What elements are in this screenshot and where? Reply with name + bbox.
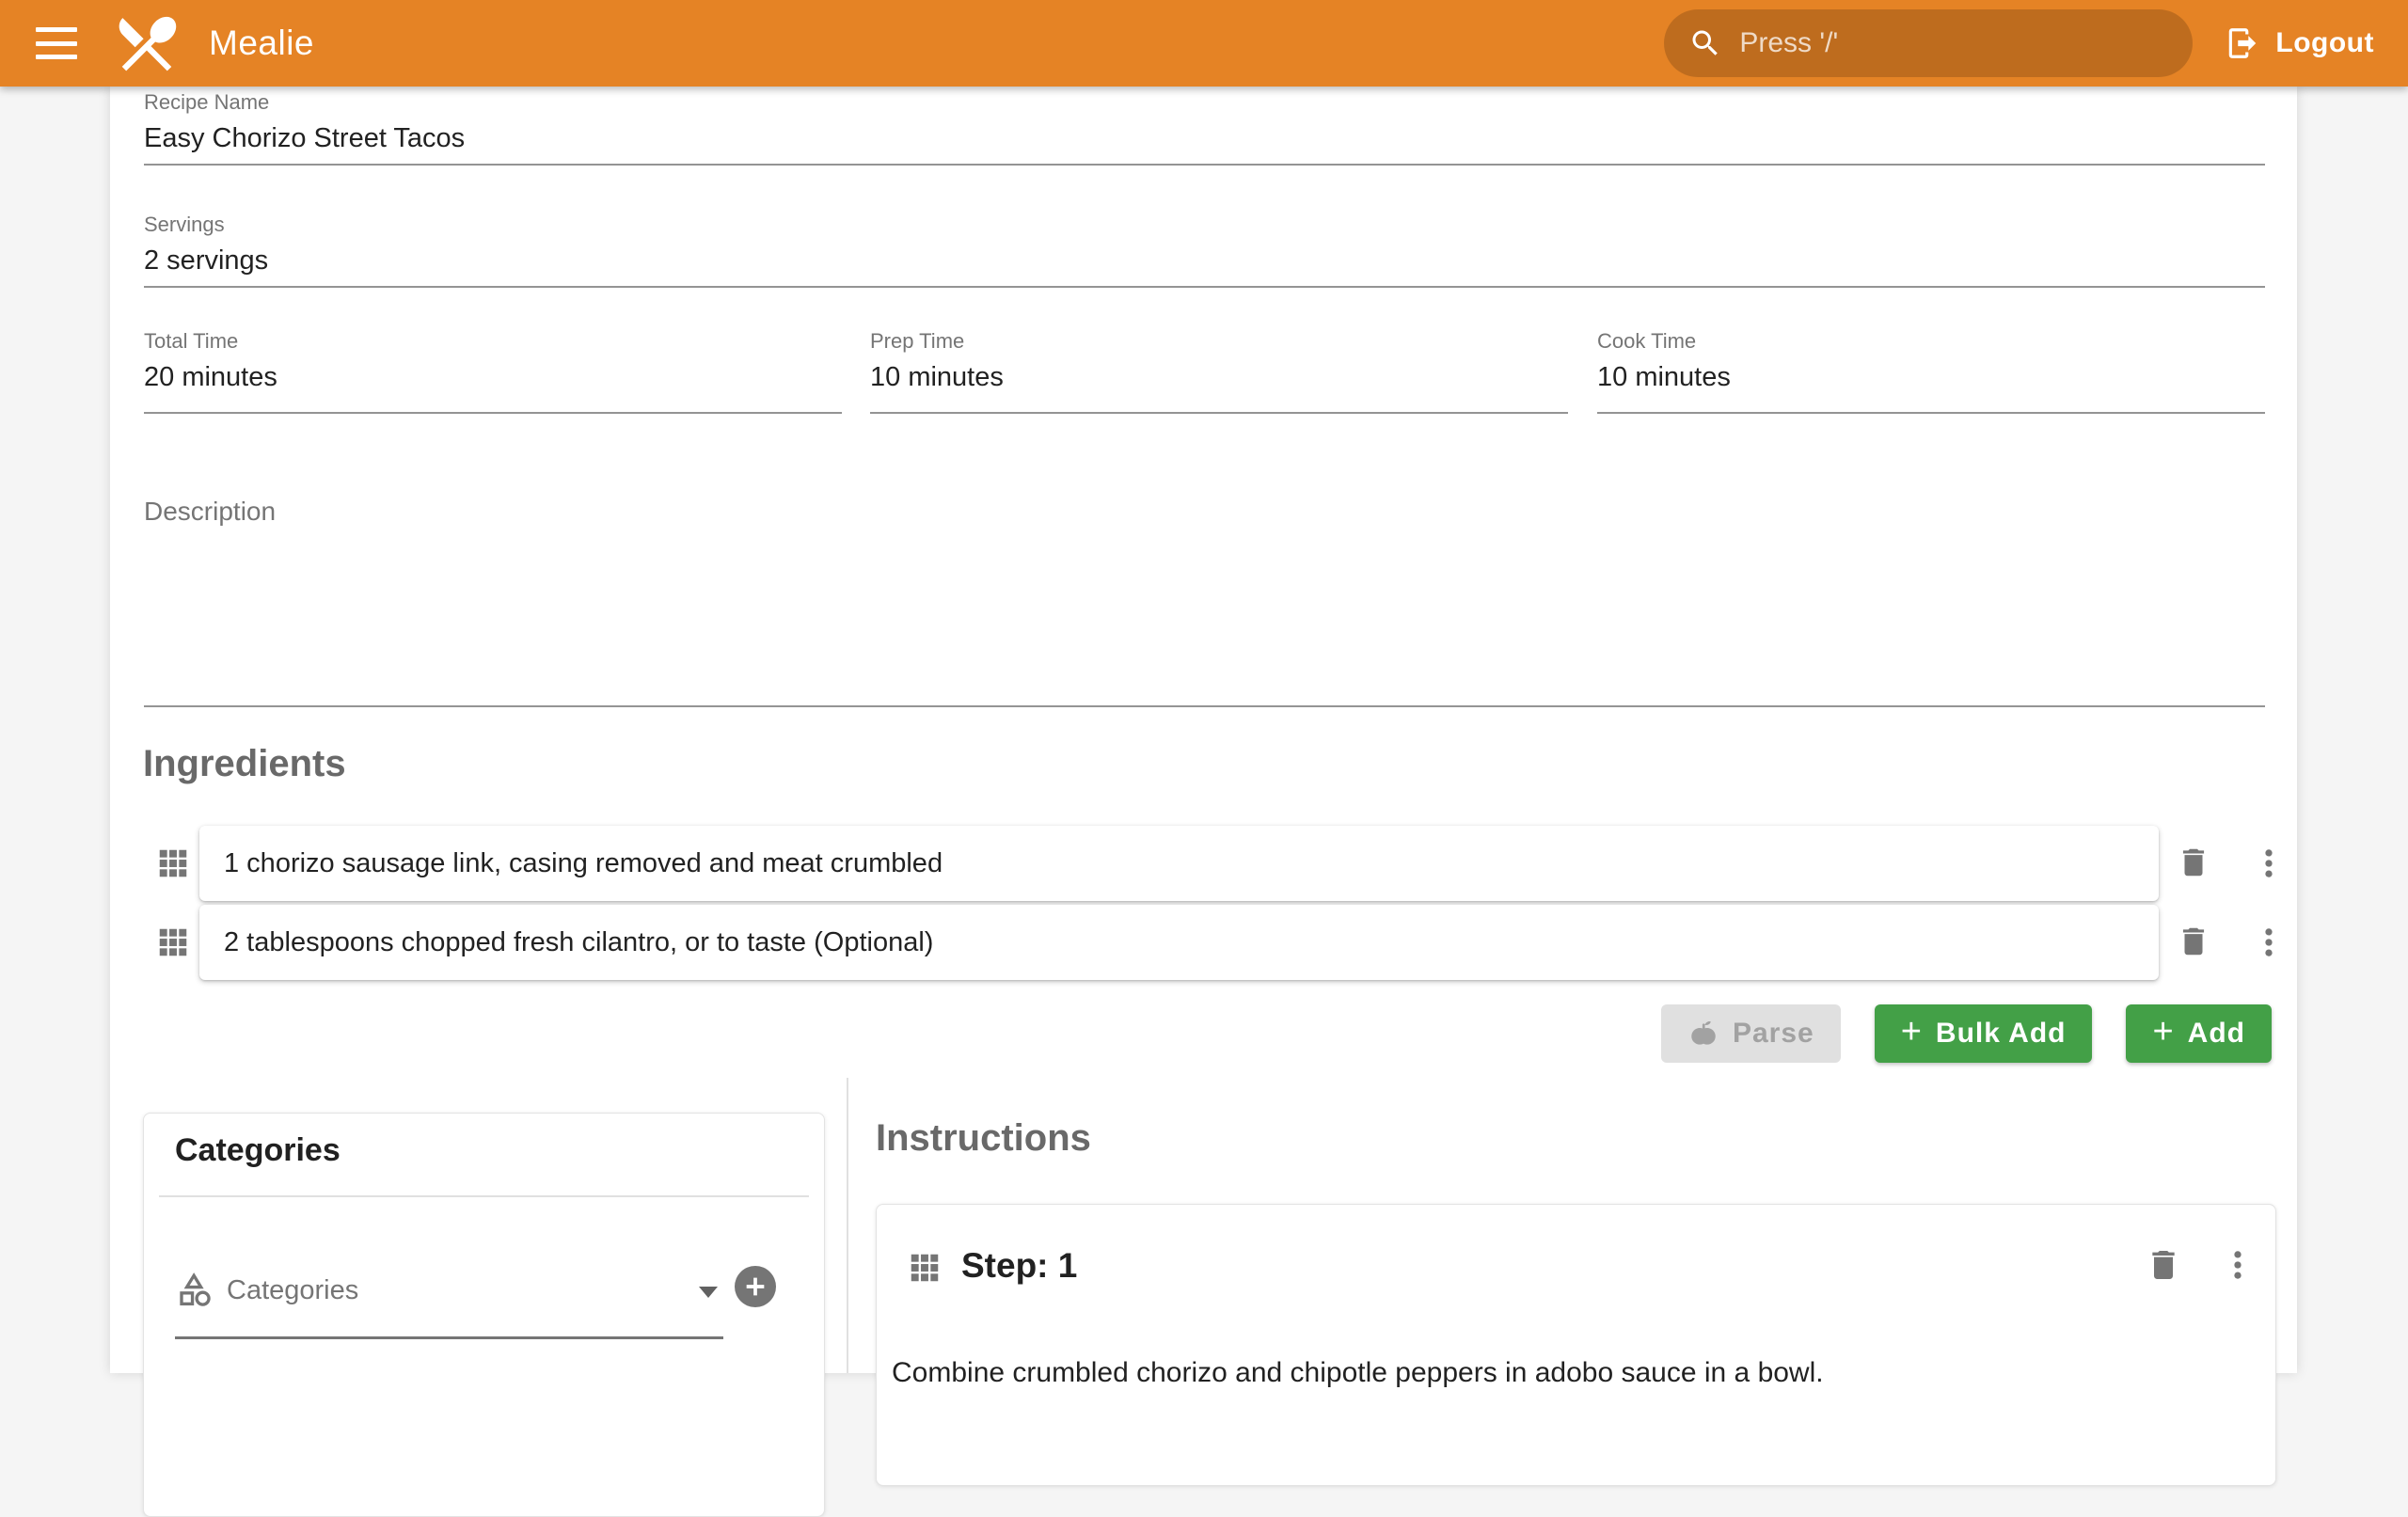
kebab-menu-icon[interactable] <box>2220 1247 2256 1283</box>
kebab-menu-icon[interactable] <box>2251 845 2287 881</box>
parse-label: Parse <box>1733 1018 1814 1050</box>
step-title: Step: 1 <box>961 1246 1077 1286</box>
prep-time-input[interactable] <box>870 362 1568 393</box>
add-label: Add <box>2188 1018 2245 1050</box>
recipe-name-input[interactable] <box>144 123 2265 154</box>
prep-time-field: Prep Time <box>870 329 1568 414</box>
step-text[interactable]: Combine crumbled chorizo and chipotle pe… <box>892 1353 2246 1393</box>
logout-button[interactable]: Logout <box>2225 25 2374 61</box>
categories-card: Categories Categories <box>143 1113 825 1517</box>
ingredient-row <box>110 826 2265 901</box>
ingredient-card <box>199 826 2159 901</box>
mealie-logo-icon <box>111 8 182 79</box>
ingredients-heading: Ingredients <box>143 743 346 785</box>
categories-select-label: Categories <box>227 1275 358 1306</box>
description-input[interactable] <box>144 497 2265 694</box>
bulk-add-button[interactable]: + Bulk Add <box>1875 1004 2093 1063</box>
ingredient-input[interactable] <box>224 927 2134 958</box>
ingredient-card <box>199 905 2159 980</box>
search-input[interactable] <box>1737 26 2183 60</box>
ingredient-row <box>110 905 2265 980</box>
logout-icon <box>2225 25 2260 61</box>
servings-field: Servings <box>144 213 2265 288</box>
chevron-down-icon[interactable] <box>699 1287 718 1298</box>
delete-icon[interactable] <box>2176 924 2211 959</box>
menu-icon[interactable] <box>36 27 77 59</box>
cook-time-input[interactable] <box>1597 362 2265 393</box>
categories-title: Categories <box>175 1132 341 1169</box>
instructions-heading: Instructions <box>876 1117 1091 1160</box>
drag-handle-icon[interactable] <box>155 845 191 881</box>
cook-time-field: Cook Time <box>1597 329 2265 414</box>
delete-icon[interactable] <box>2176 845 2211 880</box>
search-icon <box>1688 26 1722 60</box>
servings-input[interactable] <box>144 245 2265 277</box>
plus-icon: + <box>2152 1018 2174 1046</box>
app-title: Mealie <box>209 24 314 63</box>
logout-label: Logout <box>2275 27 2374 59</box>
kebab-menu-icon[interactable] <box>2251 924 2287 960</box>
total-time-label: Total Time <box>144 329 842 354</box>
divider <box>159 1195 809 1197</box>
recipe-name-label: Recipe Name <box>144 90 2265 115</box>
cook-time-label: Cook Time <box>1597 329 2265 354</box>
description-field <box>144 497 2265 707</box>
ingredient-input[interactable] <box>224 848 2134 879</box>
apple-icon <box>1687 1018 1719 1050</box>
bulk-add-label: Bulk Add <box>1936 1018 2067 1050</box>
plus-icon <box>742 1273 768 1300</box>
total-time-field: Total Time <box>144 329 842 414</box>
delete-icon[interactable] <box>2145 1246 2182 1284</box>
parse-button[interactable]: Parse <box>1661 1004 1841 1063</box>
add-button[interactable]: + Add <box>2126 1004 2272 1063</box>
recipe-name-field: Recipe Name <box>144 90 2265 166</box>
recipe-editor-card: Recipe Name Servings Total Time Prep Tim… <box>110 87 2297 1373</box>
total-time-input[interactable] <box>144 362 842 393</box>
prep-time-label: Prep Time <box>870 329 1568 354</box>
app-bar: Mealie Logout <box>0 0 2408 87</box>
drag-handle-icon[interactable] <box>155 924 191 960</box>
shapes-icon <box>175 1270 214 1309</box>
drag-handle-icon[interactable] <box>907 1250 943 1286</box>
servings-label: Servings <box>144 213 2265 237</box>
instruction-step-card: Step: 1 Combine crumbled chorizo and chi… <box>876 1204 2276 1486</box>
add-category-button[interactable] <box>735 1266 776 1307</box>
column-divider <box>847 1078 848 1373</box>
search-bar[interactable] <box>1664 9 2193 77</box>
ingredient-actions: Parse + Bulk Add + Add <box>1661 1004 2272 1063</box>
categories-select[interactable]: Categories <box>144 1253 824 1337</box>
select-underline <box>175 1336 723 1339</box>
plus-icon: + <box>1901 1018 1923 1046</box>
